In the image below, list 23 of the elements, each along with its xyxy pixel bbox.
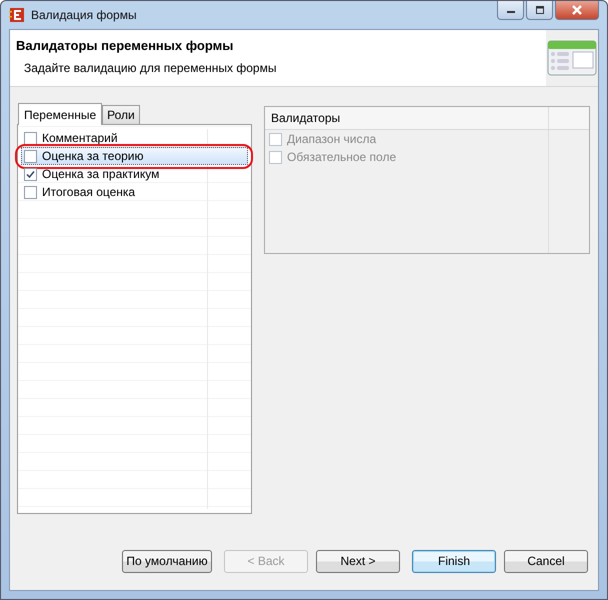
window-title: Валидация формы <box>31 8 138 22</box>
column-header: Валидаторы <box>270 111 342 125</box>
checkbox[interactable] <box>24 132 37 144</box>
tab[interactable]: Переменные <box>18 103 102 125</box>
checkbox[interactable] <box>24 186 37 198</box>
tab[interactable]: Роли <box>102 105 140 124</box>
dialog-button[interactable]: Cancel <box>504 550 588 572</box>
dialog-button[interactable]: Finish <box>412 550 496 572</box>
dialog-button[interactable]: По умолчанию <box>122 550 212 572</box>
page-subtitle: Задайте валидацию для переменных формы <box>24 61 278 75</box>
maximize-icon <box>534 6 544 14</box>
page-title: Валидаторы переменных формы <box>16 38 234 53</box>
maximize-button[interactable] <box>526 1 553 20</box>
checkbox[interactable] <box>24 150 37 162</box>
close-icon <box>571 5 583 15</box>
list-item[interactable]: Оценка за практикум <box>21 165 248 183</box>
list-item[interactable]: Итоговая оценка <box>21 183 248 201</box>
app-icon <box>9 7 25 23</box>
close-button[interactable] <box>555 1 599 20</box>
minimize-button[interactable] <box>497 1 524 20</box>
dialog-button[interactable]: Next > <box>316 550 400 572</box>
list-item[interactable]: Комментарий <box>21 129 248 147</box>
checkbox[interactable] <box>24 168 37 180</box>
